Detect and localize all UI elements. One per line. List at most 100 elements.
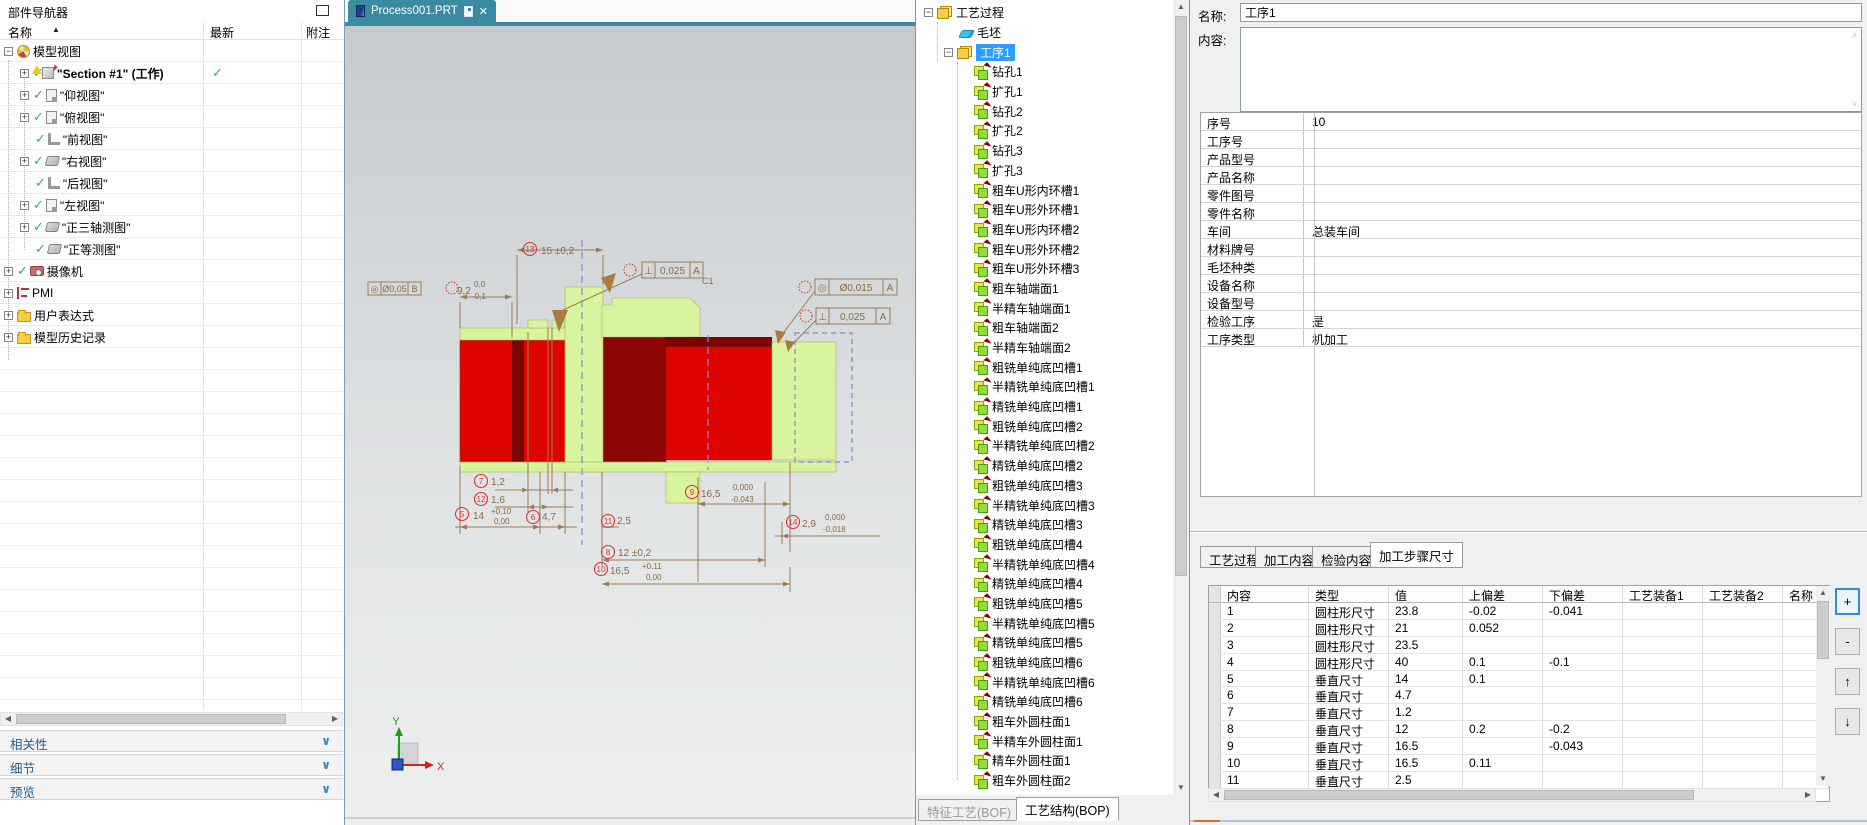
table-cell[interactable]: 垂直尺寸 <box>1309 704 1389 721</box>
table-cell[interactable] <box>1623 687 1703 704</box>
collapse-icon[interactable]: − <box>944 47 953 57</box>
property-value[interactable] <box>1304 185 1861 202</box>
scroll-down-icon[interactable]: ▼ <box>1174 781 1188 795</box>
process-node-粗铣单纯底凹槽6[interactable]: 粗铣单纯底凹槽6 <box>916 652 1173 673</box>
table-cell[interactable]: 垂直尺寸 <box>1309 771 1389 788</box>
process-node-扩孔1[interactable]: 扩孔1 <box>916 81 1173 102</box>
process-node-半精车轴端面2[interactable]: 半精车轴端面2 <box>916 337 1173 358</box>
table-cell[interactable] <box>1623 653 1703 670</box>
expand-icon[interactable]: + <box>20 156 29 166</box>
column-name[interactable]: 名称 <box>8 24 32 41</box>
row-gutter[interactable] <box>1209 619 1221 636</box>
table-cell[interactable] <box>1463 687 1543 704</box>
table-cell[interactable]: 8 <box>1221 721 1309 738</box>
table-row[interactable]: 3 圆柱形尺寸 23.5 <box>1209 636 1829 654</box>
row-gutter[interactable] <box>1209 670 1221 687</box>
row-gutter[interactable] <box>1209 771 1221 788</box>
tree-item-左视图[interactable]: + ✓ "左视图" <box>0 194 343 216</box>
row-gutter[interactable] <box>1209 755 1221 771</box>
move-down-row-button[interactable]: ↓ <box>1835 708 1860 735</box>
table-row[interactable]: 5 垂直尺寸 14 0.1 <box>1209 670 1829 688</box>
tab-feature-process-bof[interactable]: 特征工艺(BOF) <box>918 799 1021 821</box>
table-row[interactable]: 10 垂直尺寸 16.5 0.11 <box>1209 755 1829 772</box>
column-header-类型[interactable]: 类型 <box>1309 586 1389 602</box>
table-cell[interactable] <box>1623 755 1703 771</box>
table-row[interactable]: 8 垂直尺寸 12 0.2 -0.2 <box>1209 721 1829 739</box>
tab-process-structure-bop[interactable]: 工艺结构(BOP) <box>1016 797 1119 821</box>
scroll-down-icon[interactable]: ▼ <box>1816 772 1830 786</box>
tree-item-前视图[interactable]: ✓ "前视图" <box>0 128 343 150</box>
drawing-canvas[interactable]: ◎ Ø0,05 B ⊥ 0,025 A ◎ Ø0,015 A ⊥ 0,025 A <box>345 22 915 825</box>
table-row[interactable]: 4 圆柱形尺寸 40 0.1 -0.1 <box>1209 653 1829 671</box>
process-node-粗铣单纯底凹槽4[interactable]: 粗铣单纯底凹槽4 <box>916 534 1173 555</box>
scroll-left-icon[interactable]: ◀ <box>1 713 15 725</box>
tree-item-右视图[interactable]: + ✓ "右视图" <box>0 150 343 172</box>
process-node-粗车轴端面1[interactable]: 粗车轴端面1 <box>916 278 1173 299</box>
table-cell[interactable]: 0.11 <box>1463 755 1543 771</box>
section-dependencies[interactable]: 相关性 ∨ <box>0 730 343 752</box>
table-cell[interactable]: 3 <box>1221 636 1309 653</box>
table-cell[interactable] <box>1543 636 1623 653</box>
table-cell[interactable] <box>1543 755 1623 771</box>
operation-name-input[interactable] <box>1240 3 1862 22</box>
maximize-panel-icon[interactable] <box>316 5 329 16</box>
table-cell[interactable]: 1.2 <box>1389 704 1463 721</box>
add-row-button[interactable]: + <box>1835 588 1860 615</box>
table-cell[interactable]: -0.041 <box>1543 603 1623 619</box>
section-preview[interactable]: 预览 ∨ <box>0 778 343 800</box>
table-cell[interactable]: 11 <box>1221 771 1309 788</box>
row-gutter[interactable] <box>1209 704 1221 721</box>
tree-item-仰视图[interactable]: + ✓ "仰视图" <box>0 84 343 106</box>
scroll-up-icon[interactable]: ▲ <box>1816 586 1830 600</box>
table-cell[interactable]: 垂直尺寸 <box>1309 687 1389 704</box>
tree-item-PMI[interactable]: + PMI <box>0 282 343 304</box>
process-node-精铣单纯底凹槽1[interactable]: 精铣单纯底凹槽1 <box>916 396 1173 417</box>
process-node-半精铣单纯底凹槽5[interactable]: 半精铣单纯底凹槽5 <box>916 613 1173 633</box>
tree-item-正等测图[interactable]: ✓ "正等测图" <box>0 238 343 260</box>
scroll-right-icon[interactable]: ▶ <box>1801 789 1815 801</box>
move-up-row-button[interactable]: ↑ <box>1835 668 1860 695</box>
property-value[interactable]: 是 <box>1304 311 1861 329</box>
process-node-半精铣单纯底凹槽2[interactable]: 半精铣单纯底凹槽2 <box>916 436 1173 456</box>
table-cell[interactable] <box>1703 738 1783 755</box>
table-cell[interactable]: 垂直尺寸 <box>1309 721 1389 738</box>
table-cell[interactable]: 16.5 <box>1389 755 1463 771</box>
table-cell[interactable]: -0.1 <box>1543 653 1623 670</box>
chevron-down-icon[interactable]: ∨ <box>321 734 331 748</box>
tree-item-正三轴测图[interactable]: + ✓ "正三轴测图" <box>0 216 343 238</box>
process-node-半精铣单纯底凹槽1[interactable]: 半精铣单纯底凹槽1 <box>916 377 1173 397</box>
tree-item-用户表达式[interactable]: + 用户表达式 <box>0 304 343 326</box>
process-node-精车外圆柱面1[interactable]: 精车外圆柱面1 <box>916 751 1173 771</box>
table-cell[interactable]: -0.043 <box>1543 738 1623 755</box>
table-row[interactable]: 11 垂直尺寸 2.5 <box>1209 771 1829 789</box>
column-note[interactable]: 附注 <box>306 24 330 41</box>
property-value[interactable] <box>1304 275 1861 292</box>
navigator-hscrollbar[interactable]: ◀ ▶ <box>0 712 343 726</box>
table-cell[interactable]: 2 <box>1221 619 1309 636</box>
table-cell[interactable]: 0.052 <box>1463 619 1543 636</box>
expand-icon[interactable]: + <box>4 310 13 320</box>
property-value[interactable] <box>1304 131 1861 148</box>
expand-icon[interactable]: + <box>4 288 13 298</box>
expand-icon[interactable]: + <box>20 90 29 100</box>
process-node-钻孔1[interactable]: 钻孔1 <box>916 62 1173 82</box>
property-value[interactable]: 总装车间 <box>1304 221 1861 239</box>
table-cell[interactable] <box>1463 771 1543 788</box>
process-node-粗车U形外环槽1[interactable]: 粗车U形外环槽1 <box>916 199 1173 220</box>
process-node-粗铣单纯底凹槽2[interactable]: 粗铣单纯底凹槽2 <box>916 416 1173 436</box>
process-node-粗铣单纯底凹槽5[interactable]: 粗铣单纯底凹槽5 <box>916 593 1173 614</box>
chevron-down-icon[interactable]: ∨ <box>321 782 331 796</box>
process-node-粗车U形外环槽2[interactable]: 粗车U形外环槽2 <box>916 239 1173 259</box>
process-node-精铣单纯底凹槽3[interactable]: 精铣单纯底凹槽3 <box>916 514 1173 535</box>
table-cell[interactable] <box>1703 670 1783 687</box>
table-cell[interactable]: 0.1 <box>1463 653 1543 670</box>
table-cell[interactable] <box>1703 704 1783 721</box>
orientation-triad[interactable]: Y X <box>391 716 445 773</box>
scroll-thumb[interactable] <box>1175 16 1187 576</box>
table-cell[interactable] <box>1543 771 1623 788</box>
process-node-粗车U形外环槽3[interactable]: 粗车U形外环槽3 <box>916 258 1173 279</box>
column-header-工艺装备1[interactable]: 工艺装备1 <box>1623 586 1703 602</box>
tree-item-摄像机[interactable]: + ✓ 摄像机 <box>0 260 343 282</box>
table-cell[interactable]: 圆柱形尺寸 <box>1309 636 1389 653</box>
process-node-工序1[interactable]: − 工序1 <box>916 42 1173 62</box>
